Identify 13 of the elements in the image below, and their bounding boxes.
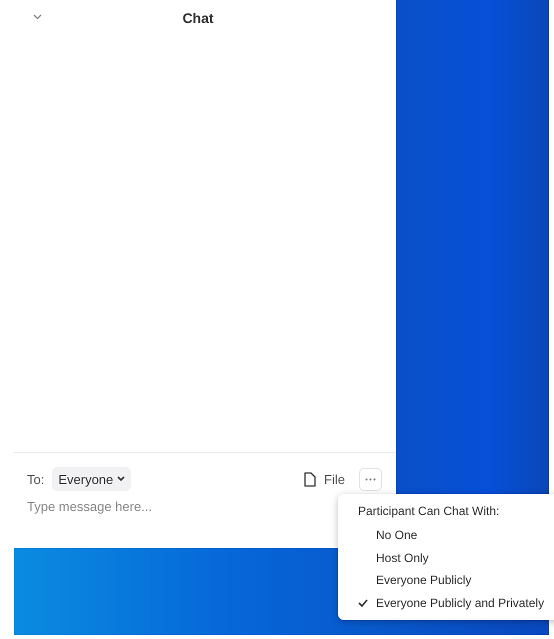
panel-title: Chat bbox=[182, 10, 214, 26]
file-button[interactable]: File bbox=[304, 472, 345, 486]
menu-item[interactable]: No One bbox=[376, 528, 418, 542]
file-icon bbox=[304, 472, 316, 486]
chevron-down-icon[interactable] bbox=[33, 14, 42, 20]
more-icon bbox=[365, 478, 376, 480]
recipient-dropdown[interactable]: Everyone bbox=[52, 467, 132, 491]
chevron-down-icon bbox=[117, 476, 126, 482]
menu-item[interactable]: Everyone Publicly and Privately bbox=[376, 596, 544, 610]
menu-heading: Participant Can Chat With: bbox=[357, 503, 500, 520]
menu-item[interactable]: Everyone Publicly bbox=[376, 573, 472, 588]
to-label: To: bbox=[27, 472, 44, 486]
menu-item[interactable]: Host Only bbox=[376, 550, 429, 565]
